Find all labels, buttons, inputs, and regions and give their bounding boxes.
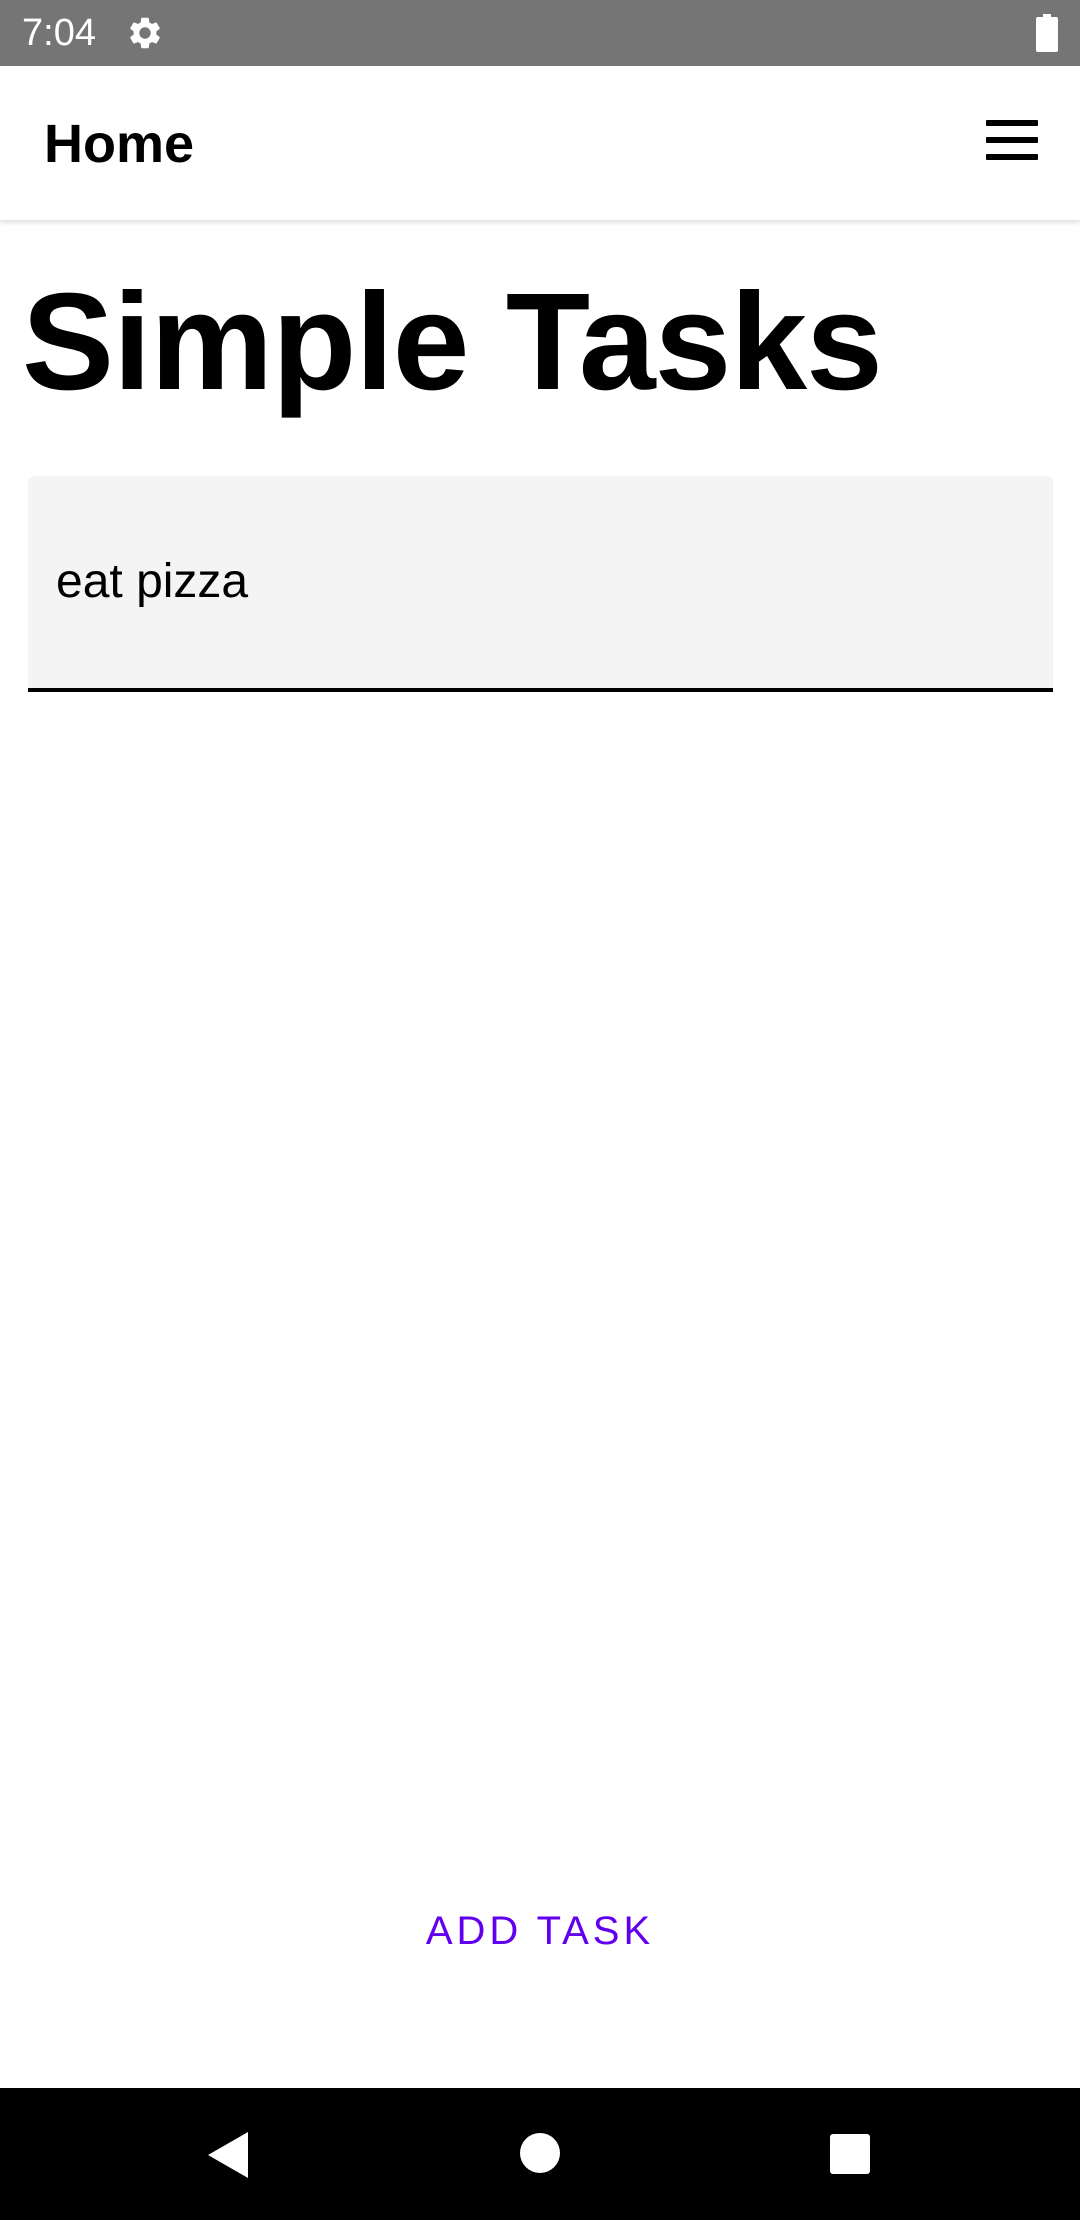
home-circle-icon[interactable]: [520, 2133, 560, 2173]
battery-icon: [1036, 14, 1058, 52]
task-input[interactable]: [56, 552, 1016, 612]
back-triangle-icon[interactable]: [204, 2130, 252, 2180]
status-bar: 7:04: [0, 0, 1080, 66]
task-text-field[interactable]: [28, 476, 1053, 692]
app-screen: 7:04 Home Simple Tasks ADD TASK: [0, 0, 1080, 2220]
app-bar-title: Home: [44, 114, 195, 174]
page-title: Simple Tasks: [22, 265, 883, 419]
hamburger-menu-icon[interactable]: [986, 116, 1038, 164]
navigation-bar: [0, 2088, 1080, 2220]
status-time: 7:04: [22, 12, 96, 54]
recents-square-icon[interactable]: [830, 2134, 870, 2174]
app-bar: Home: [0, 66, 1080, 221]
gear-icon: [126, 14, 164, 52]
add-task-button[interactable]: ADD TASK: [400, 1894, 680, 1966]
